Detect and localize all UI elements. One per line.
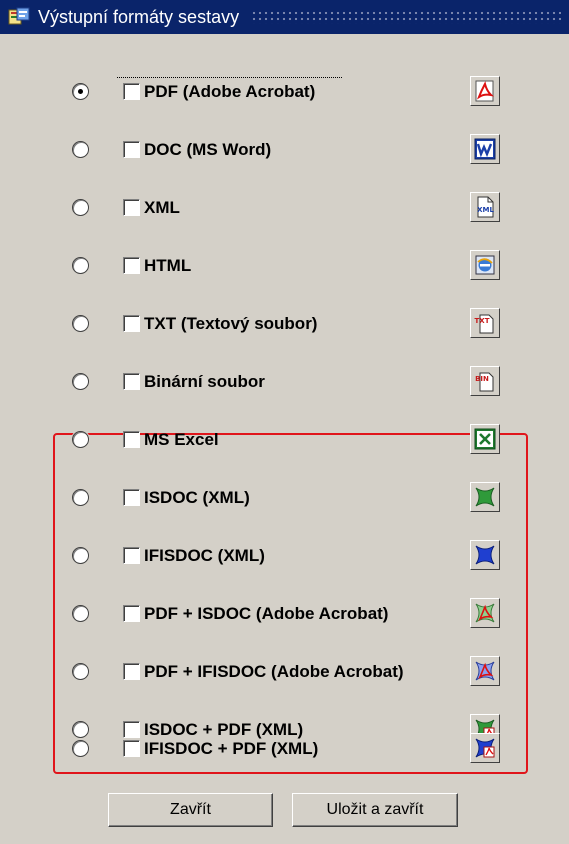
radio-html[interactable]: [72, 257, 89, 274]
format-row-ifisdoc-pdf: IFISDOC + PDF (XML): [0, 733, 569, 779]
radio-ifisdoc[interactable]: [72, 547, 89, 564]
title-bar: Výstupní formáty sestavy: [0, 0, 569, 34]
checkbox-xml[interactable]: [123, 199, 140, 216]
radio-txt[interactable]: [72, 315, 89, 332]
checkbox-doc[interactable]: [123, 141, 140, 158]
checkbox-pdf[interactable]: [123, 83, 140, 100]
checkbox-ifisdoc[interactable]: [123, 547, 140, 564]
pdf-isdoc-icon[interactable]: [470, 598, 500, 628]
bin-icon[interactable]: BIN: [470, 366, 500, 396]
app-icon: [6, 5, 32, 29]
checkbox-html[interactable]: [123, 257, 140, 274]
format-row-bin: Binární soubor BIN: [0, 354, 569, 412]
checkbox-ifisdoc-pdf[interactable]: [123, 740, 140, 757]
checkbox-bin[interactable]: [123, 373, 140, 390]
format-label-txt: TXT (Textový soubor): [144, 314, 318, 333]
format-row-pdf-isdoc: PDF + ISDOC (Adobe Acrobat): [0, 586, 569, 644]
format-label-bin: Binární soubor: [144, 372, 265, 391]
svg-text:BIN: BIN: [475, 375, 489, 383]
format-label-ifisdoc: IFISDOC (XML): [144, 546, 265, 565]
radio-doc[interactable]: [72, 141, 89, 158]
excel-icon[interactable]: [470, 424, 500, 454]
radio-pdf-isdoc[interactable]: [72, 605, 89, 622]
format-row-ifisdoc: IFISDOC (XML): [0, 528, 569, 586]
isdoc-icon[interactable]: [470, 482, 500, 512]
pdf-ifisdoc-icon[interactable]: [470, 656, 500, 686]
checkbox-isdoc[interactable]: [123, 489, 140, 506]
format-label-xml: XML: [144, 198, 180, 217]
pdf-icon[interactable]: [470, 76, 500, 106]
checkbox-txt[interactable]: [123, 315, 140, 332]
close-button[interactable]: Zavřít: [108, 793, 273, 827]
format-label-isdoc-pdf: ISDOC + PDF (XML): [144, 720, 304, 739]
format-label-ifisdoc-pdf: IFISDOC + PDF (XML): [144, 739, 319, 758]
format-row-pdf-ifisdoc: PDF + IFISDOC (Adobe Acrobat): [0, 644, 569, 702]
svg-text:TXT: TXT: [475, 317, 490, 325]
radio-pdf-ifisdoc[interactable]: [72, 663, 89, 680]
format-row-pdf: PDF (Adobe Acrobat): [0, 64, 569, 122]
format-label-html: HTML: [144, 256, 192, 275]
format-row-txt: TXT (Textový soubor) TXT: [0, 296, 569, 354]
title-bar-pattern: [251, 10, 561, 24]
format-row-html: HTML: [0, 238, 569, 296]
ifisdoc-pdf-icon[interactable]: [470, 733, 500, 763]
format-row-excel: MS Excel: [0, 412, 569, 470]
html-icon[interactable]: [470, 250, 500, 280]
format-row-isdoc: ISDOC (XML): [0, 470, 569, 528]
radio-bin[interactable]: [72, 373, 89, 390]
checkbox-isdoc-pdf[interactable]: [123, 721, 140, 738]
format-label-pdf-isdoc: PDF + ISDOC (Adobe Acrobat): [144, 604, 389, 623]
radio-isdoc-pdf[interactable]: [72, 721, 89, 738]
radio-excel[interactable]: [72, 431, 89, 448]
format-label-doc: DOC (MS Word): [144, 140, 272, 159]
save-and-close-button[interactable]: Uložit a zavřít: [292, 793, 458, 827]
checkbox-pdf-isdoc[interactable]: [123, 605, 140, 622]
format-label-pdf: PDF (Adobe Acrobat): [144, 82, 316, 101]
txt-icon[interactable]: TXT: [470, 308, 500, 338]
radio-pdf[interactable]: [72, 83, 89, 100]
radio-xml[interactable]: [72, 199, 89, 216]
word-icon[interactable]: [470, 134, 500, 164]
format-label-pdf-ifisdoc: PDF + IFISDOC (Adobe Acrobat): [144, 662, 404, 681]
output-formats-dialog: Výstupní formáty sestavy PDF (Adobe Acro…: [0, 0, 569, 844]
format-row-xml: XML XML: [0, 180, 569, 238]
svg-text:XML: XML: [477, 206, 494, 214]
format-label-isdoc: ISDOC (XML): [144, 488, 250, 507]
checkbox-excel[interactable]: [123, 431, 140, 448]
radio-ifisdoc-pdf[interactable]: [72, 740, 89, 757]
checkbox-pdf-ifisdoc[interactable]: [123, 663, 140, 680]
ifisdoc-icon[interactable]: [470, 540, 500, 570]
format-label-excel: MS Excel: [144, 430, 219, 449]
radio-isdoc[interactable]: [72, 489, 89, 506]
window-title: Výstupní formáty sestavy: [38, 6, 240, 27]
format-row-doc: DOC (MS Word): [0, 122, 569, 180]
xml-icon[interactable]: XML: [470, 192, 500, 222]
